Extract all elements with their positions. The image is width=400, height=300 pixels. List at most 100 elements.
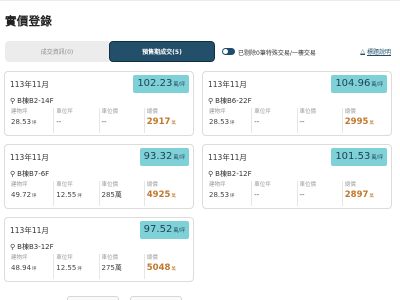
transaction-stats: 建物坪 28.53坪 車位坪 -- 車位價 -- 總價 2897萬: [207, 181, 387, 206]
pagination-prev-button[interactable]: [67, 296, 119, 300]
stat-label: 建物坪: [11, 109, 28, 115]
stat-label: 車位坪: [56, 109, 73, 115]
transaction-location: ⚲ B棟B2-12F: [208, 169, 252, 179]
stat-building-area: 建物坪 28.53坪: [9, 108, 53, 133]
map-pin-icon: ⚲: [10, 243, 16, 251]
stat-unit: 坪: [230, 194, 235, 199]
stat-parking-price: 車位價 --: [98, 108, 144, 133]
total-value: 2917: [146, 117, 171, 127]
total-value: 2897: [344, 190, 369, 200]
unit-price-badge: 101.53 萬/坪: [331, 148, 387, 166]
location-label: B棟B7-6F: [17, 170, 50, 178]
transaction-card[interactable]: 113年11月 93.32 萬/坪 ⚲ B棟B7-6F 建物坪 49.72坪 車…: [4, 144, 194, 209]
unit-price-value: 102.23: [137, 78, 173, 89]
stat-label: 車位價: [101, 182, 119, 188]
transaction-date: 113年11月: [208, 153, 247, 162]
stat-label: 總價: [344, 109, 356, 115]
stat-unit: 坪: [77, 267, 82, 272]
tab-transaction-info[interactable]: 成交資訊(0): [5, 41, 109, 62]
stat-unit: 坪: [32, 267, 37, 272]
transaction-date: 113年11月: [10, 153, 49, 162]
transaction-stats: 建物坪 28.53坪 車位坪 -- 車位價 -- 總價 2995萬: [207, 108, 387, 133]
tab-presale-transactions[interactable]: 預售期成交(5): [109, 41, 215, 62]
stat-label: 車位價: [299, 109, 317, 115]
unit-price-unit: 萬/坪: [371, 82, 383, 88]
unit-price-value: 101.53: [335, 151, 371, 162]
stat-value: --: [299, 191, 305, 199]
stat-building-area: 建物坪 28.53坪: [207, 108, 251, 133]
transaction-card[interactable]: 113年11月 104.96 萬/坪 ⚲ B棟B6-22F 建物坪 28.53坪…: [202, 71, 392, 136]
top-divider: [0, 0, 400, 1]
stat-value: --: [101, 118, 107, 126]
stat-label: 車位價: [101, 109, 119, 115]
location-label: B棟B6-22F: [215, 97, 252, 105]
stat-value: 48.94: [11, 264, 32, 272]
unit-price-badge: 102.23 萬/坪: [133, 75, 189, 93]
unit-price-badge: 93.32 萬/坪: [139, 148, 189, 166]
stat-building-area: 建物坪 48.94坪: [9, 254, 53, 279]
location-label: B棟B2-14F: [17, 97, 54, 105]
stat-value: 28.53: [209, 118, 230, 126]
stat-label: 總價: [344, 182, 356, 188]
map-pin-icon: ⚲: [208, 170, 214, 178]
exclude-special-toggle[interactable]: [222, 48, 235, 55]
stat-parking-price: 車位價 285萬: [98, 181, 144, 206]
transaction-card[interactable]: 113年11月 101.53 萬/坪 ⚲ B棟B2-12F 建物坪 28.53坪…: [202, 144, 392, 209]
transaction-location: ⚲ B棟B6-22F: [208, 96, 252, 106]
transaction-date: 113年11月: [10, 226, 49, 235]
stat-value: 49.72: [11, 191, 32, 199]
unit-price-value: 97.52: [143, 224, 173, 235]
stat-unit: 坪: [32, 194, 37, 199]
stat-parking-area: 車位坪 --: [53, 108, 98, 133]
transaction-location: ⚲ B棟B7-6F: [10, 169, 49, 179]
unit-price-unit: 萬/坪: [173, 82, 185, 88]
stat-value: --: [56, 118, 62, 126]
transaction-card[interactable]: 113年11月 97.52 萬/坪 ⚲ B棟B3-12F 建物坪 48.94坪 …: [4, 217, 194, 282]
explanation-link[interactable]: △ 標題說明: [360, 47, 391, 56]
stat-label: 總價: [146, 255, 158, 261]
transaction-stats: 建物坪 48.94坪 車位坪 12.55坪 車位價 275萬 總價 5048萬: [9, 254, 189, 279]
stat-total-price: 總價 5048萬: [143, 254, 189, 279]
transaction-tabs: 成交資訊(0) 預售期成交(5): [5, 41, 215, 62]
stat-parking-area: 車位坪 --: [251, 181, 296, 206]
total-value: 5048: [146, 263, 171, 273]
transaction-date: 113年11月: [208, 80, 247, 89]
stat-value: 28.53: [209, 191, 230, 199]
stat-unit: 坪: [32, 121, 37, 126]
pagination-next-button[interactable]: [130, 296, 182, 300]
transaction-stats: 建物坪 49.72坪 車位坪 12.55坪 車位價 285萬 總價 4925萬: [9, 181, 189, 206]
stat-label: 車位價: [299, 182, 317, 188]
stat-total-price: 總價 2917萬: [143, 108, 189, 133]
unit-price-value: 104.96: [335, 78, 371, 89]
stat-label: 建物坪: [209, 109, 226, 115]
stat-label: 總價: [146, 182, 158, 188]
stat-value: --: [299, 118, 305, 126]
toggle-knob: [223, 49, 228, 54]
transaction-card[interactable]: 113年11月 102.23 萬/坪 ⚲ B棟B2-14F 建物坪 28.53坪…: [4, 71, 194, 136]
map-pin-icon: ⚲: [208, 97, 214, 105]
unit-price-badge: 97.52 萬/坪: [139, 221, 189, 239]
transaction-location: ⚲ B棟B2-14F: [10, 96, 54, 106]
unit-price-badge: 104.96 萬/坪: [331, 75, 387, 93]
total-unit: 萬: [171, 267, 176, 272]
stat-value: 275萬: [101, 264, 122, 272]
stat-unit: 坪: [77, 194, 82, 199]
stat-value: --: [254, 118, 260, 126]
transaction-date: 113年11月: [10, 80, 49, 89]
stat-parking-area: 車位坪 12.55坪: [53, 254, 98, 279]
stat-building-area: 建物坪 49.72坪: [9, 181, 53, 206]
stat-value: 285萬: [101, 191, 122, 199]
stat-value: --: [254, 191, 260, 199]
location-label: B棟B3-12F: [17, 243, 54, 251]
stat-parking-price: 車位價 --: [296, 108, 342, 133]
total-unit: 萬: [171, 194, 176, 199]
total-value: 4925: [146, 190, 171, 200]
unit-price-value: 93.32: [143, 151, 173, 162]
exclude-special-label: 已剔除0筆特殊交易/一樓交易: [238, 50, 316, 57]
stat-label: 建物坪: [11, 255, 28, 261]
stat-total-price: 總價 2995萬: [341, 108, 387, 133]
stat-parking-area: 車位坪 --: [251, 108, 296, 133]
total-unit: 萬: [171, 121, 176, 126]
stat-label: 車位坪: [56, 182, 73, 188]
stat-parking-area: 車位坪 12.55坪: [53, 181, 98, 206]
